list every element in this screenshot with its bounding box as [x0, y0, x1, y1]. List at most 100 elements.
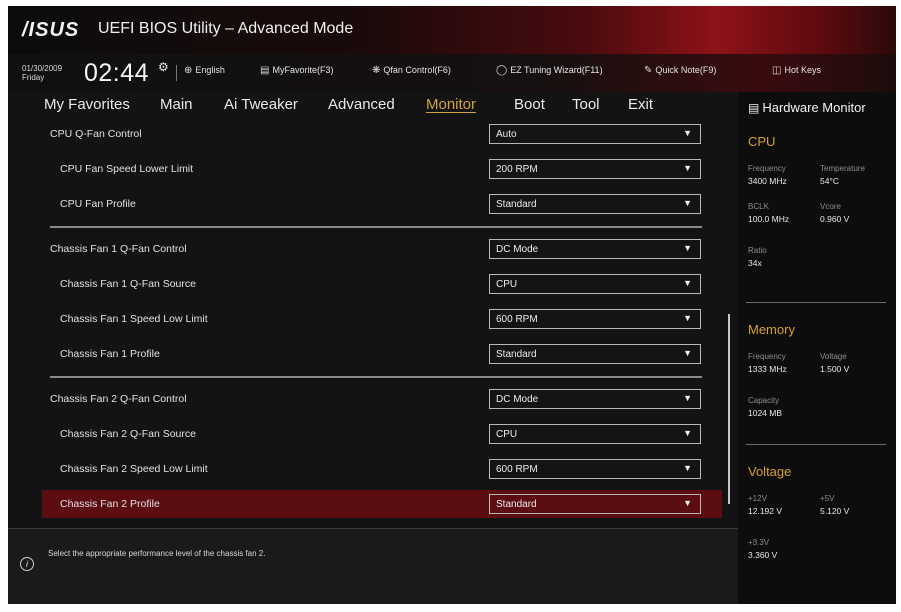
setting-select[interactable]: 600 RPM ▼	[489, 459, 701, 479]
hardware-monitor-title: ▤ Hardware Monitor	[748, 100, 866, 115]
select-value: Standard	[496, 349, 537, 360]
fan-icon: ❋	[372, 65, 381, 76]
info-icon: i	[20, 557, 34, 571]
tab-exit[interactable]: Exit	[628, 96, 653, 113]
tab-advanced[interactable]: Advanced	[328, 96, 395, 113]
cpu-frequency-value: 3400 MHz	[748, 176, 787, 186]
setting-label: CPU Q-Fan Control	[50, 128, 142, 140]
setting-row[interactable]: CPU Fan Speed Lower Limit 200 RPM ▼	[42, 155, 722, 183]
ez-tuning-label: EZ Tuning Wizard(F11)	[510, 65, 603, 75]
setting-select[interactable]: DC Mode ▼	[489, 239, 701, 259]
ratio-label: Ratio	[748, 246, 767, 255]
qfan-control-label: Qfan Control(F6)	[383, 65, 451, 75]
hw-divider	[746, 444, 886, 445]
tab-monitor[interactable]: Monitor	[426, 96, 476, 113]
tab-tool[interactable]: Tool	[572, 96, 600, 113]
setting-label: Chassis Fan 1 Speed Low Limit	[60, 313, 208, 325]
dropdown-arrow-icon: ▼	[683, 243, 692, 253]
setting-select[interactable]: Standard ▼	[489, 194, 701, 214]
setting-row[interactable]: Chassis Fan 2 Q-Fan Source CPU ▼	[42, 420, 722, 448]
ez-tuning-wizard-button[interactable]: ◯ EZ Tuning Wizard(F11)	[496, 65, 603, 76]
dropdown-arrow-icon: ▼	[683, 393, 692, 403]
settings-scrollbar[interactable]	[728, 314, 730, 504]
select-value: 600 RPM	[496, 314, 538, 325]
setting-select[interactable]: Standard ▼	[489, 494, 701, 514]
myfavorite-button[interactable]: ▤ MyFavorite(F3)	[260, 65, 333, 76]
setting-row[interactable]: Chassis Fan 1 Speed Low Limit 600 RPM ▼	[42, 305, 722, 333]
setting-label: Chassis Fan 2 Q-Fan Source	[60, 428, 196, 440]
setting-row[interactable]: CPU Fan Profile Standard ▼	[42, 190, 722, 218]
v12-value: 12.192 V	[748, 506, 783, 516]
select-value: 600 RPM	[496, 464, 538, 475]
memory-voltage-value: 1.500 V	[820, 364, 850, 374]
memory-voltage-label: Voltage	[820, 352, 847, 361]
setting-select[interactable]: 600 RPM ▼	[489, 309, 701, 329]
section-divider	[50, 376, 702, 378]
setting-label: Chassis Fan 2 Speed Low Limit	[60, 463, 208, 475]
setting-select[interactable]: Auto ▼	[489, 124, 701, 144]
setting-select[interactable]: CPU ▼	[489, 424, 701, 444]
setting-label: Chassis Fan 1 Profile	[60, 348, 160, 360]
v33-value: 3.360 V	[748, 550, 778, 560]
gear-icon[interactable]: ⚙	[158, 60, 169, 74]
favorites-icon: ▤	[260, 65, 270, 76]
setting-select[interactable]: Standard ▼	[489, 344, 701, 364]
tab-my-favorites[interactable]: My Favorites	[44, 96, 130, 113]
bios-screen: /ISUS UEFI BIOS Utility – Advanced Mode …	[8, 6, 896, 604]
setting-select[interactable]: DC Mode ▼	[489, 389, 701, 409]
memory-frequency-label: Frequency	[748, 352, 786, 361]
dropdown-arrow-icon: ▼	[683, 163, 692, 173]
tab-ai-tweaker[interactable]: Ai Tweaker	[224, 96, 298, 113]
select-value: CPU	[496, 429, 518, 440]
toolbar: 01/30/2009 Friday 02:44 ⚙ ⊕ English ▤ MyFa…	[8, 54, 896, 92]
select-value: Auto	[496, 129, 517, 140]
toolbar-separator	[176, 65, 177, 81]
quick-note-button[interactable]: ✎ Quick Note(F9)	[644, 65, 716, 76]
dropdown-arrow-icon: ▼	[683, 313, 692, 323]
setting-row[interactable]: Chassis Fan 1 Profile Standard ▼	[42, 340, 722, 368]
language-button[interactable]: ⊕ English	[184, 65, 225, 76]
setting-row[interactable]: Chassis Fan 2 Q-Fan Control DC Mode ▼	[42, 385, 722, 413]
vcore-value: 0.960 V	[820, 214, 850, 224]
section-divider	[50, 226, 702, 228]
day-text: Friday	[22, 73, 45, 82]
v5-label: +5V	[820, 494, 835, 503]
qfan-control-button[interactable]: ❋ Qfan Control(F6)	[372, 65, 451, 76]
help-text: Select the appropriate performance level…	[48, 549, 266, 558]
setting-label: CPU Fan Speed Lower Limit	[60, 163, 194, 175]
setting-select[interactable]: CPU ▼	[489, 274, 701, 294]
hot-keys-button[interactable]: ◫ Hot Keys	[772, 65, 821, 76]
setting-row[interactable]: Chassis Fan 2 Speed Low Limit 600 RPM ▼	[42, 455, 722, 483]
myfavorite-label: MyFavorite(F3)	[272, 65, 334, 75]
settings-list: CPU Q-Fan Control Auto ▼ CPU Fan Speed Lo…	[42, 120, 722, 530]
select-value: CPU	[496, 279, 518, 290]
setting-row[interactable]: Chassis Fan 1 Q-Fan Source CPU ▼	[42, 270, 722, 298]
asus-logo: /ISUS	[22, 19, 80, 41]
setting-label: Chassis Fan 1 Q-Fan Source	[60, 278, 196, 290]
cpu-temperature-value: 54°C	[820, 176, 839, 186]
setting-row[interactable]: Chassis Fan 1 Q-Fan Control DC Mode ▼	[42, 235, 722, 263]
select-value: Standard	[496, 199, 537, 210]
setting-select[interactable]: 200 RPM ▼	[489, 159, 701, 179]
date-text: 01/30/2009	[22, 64, 63, 73]
select-value: 200 RPM	[496, 164, 538, 175]
memory-capacity-value: 1024 MB	[748, 408, 783, 418]
dropdown-arrow-icon: ▼	[683, 428, 692, 438]
cpu-frequency-label: Frequency	[748, 164, 786, 173]
setting-label: Chassis Fan 2 Q-Fan Control	[50, 393, 187, 405]
setting-label: Chassis Fan 1 Q-Fan Control	[50, 243, 187, 255]
dropdown-arrow-icon: ▼	[683, 463, 692, 473]
setting-row-selected[interactable]: Chassis Fan 2 Profile Standard ▼	[42, 490, 722, 518]
memory-capacity-label: Capacity	[748, 396, 780, 405]
tab-boot[interactable]: Boot	[514, 96, 545, 113]
bclk-value: 100.0 MHz	[748, 214, 790, 224]
cpu-heading: CPU	[748, 134, 776, 149]
hw-title-text: Hardware Monitor	[762, 100, 866, 115]
setting-row[interactable]: CPU Q-Fan Control Auto ▼	[42, 120, 722, 148]
language-label: English	[195, 65, 225, 75]
setting-label: CPU Fan Profile	[60, 198, 136, 210]
dropdown-arrow-icon: ▼	[683, 128, 692, 138]
tab-main[interactable]: Main	[160, 96, 193, 113]
bulb-icon: ◯	[496, 65, 508, 76]
dropdown-arrow-icon: ▼	[683, 198, 692, 208]
